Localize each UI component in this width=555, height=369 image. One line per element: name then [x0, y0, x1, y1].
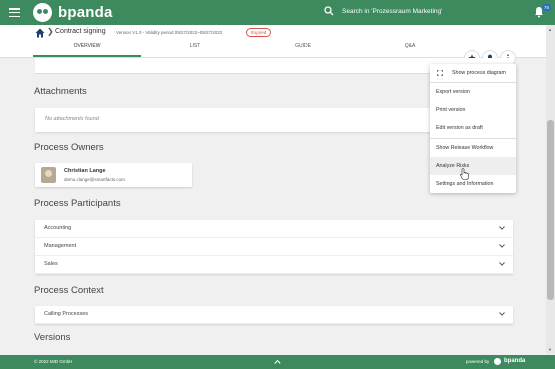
top-bar: bpanda Search in 'Prozessraum Marketing'…: [0, 0, 555, 25]
menu-icon[interactable]: [9, 8, 20, 18]
versions-heading: Versions: [34, 332, 71, 343]
notification-count-badge: 76: [542, 4, 552, 11]
menu-item-analyze-risks[interactable]: Analyze Risks: [430, 157, 516, 175]
menu-item-label: Show process diagram: [452, 70, 506, 76]
owners-heading: Process Owners: [34, 142, 104, 153]
options-dropdown-menu: Show process diagram Export version Prin…: [430, 64, 516, 193]
participant-label: Accounting: [44, 225, 72, 231]
tab-list[interactable]: LIST: [141, 43, 249, 57]
tab-overview[interactable]: OVERVIEW: [33, 43, 141, 57]
app-name: bpanda: [58, 4, 113, 21]
menu-item-show-process-diagram[interactable]: Show process diagram: [430, 64, 516, 82]
hand-cursor-icon: [460, 168, 469, 180]
search-box[interactable]: Search in 'Prozessraum Marketing': [324, 6, 442, 16]
chevron-down-icon[interactable]: [499, 261, 505, 267]
list-item[interactable]: Accounting: [35, 220, 513, 238]
breadcrumb-title: Contract signing: [55, 28, 106, 35]
participant-label: Management: [44, 243, 77, 249]
participants-panel: Accounting Management Sales: [35, 220, 513, 274]
menu-item-show-release-workflow[interactable]: Show Release Workflow: [430, 139, 516, 157]
menu-item-label: Edit version as draft: [436, 125, 483, 131]
chevron-up-icon[interactable]: [274, 359, 281, 365]
status-badge: Expired: [246, 28, 272, 37]
menu-item-label: Export version: [436, 89, 470, 95]
menu-item-export-version[interactable]: Export version: [430, 83, 516, 101]
app-logo[interactable]: bpanda: [33, 3, 113, 22]
search-input[interactable]: Search in 'Prozessraum Marketing': [342, 8, 442, 15]
owner-card[interactable]: Christian Lange demo.clange@smartfacts.c…: [35, 163, 192, 187]
tab-bar: OVERVIEW LIST GUIDE Q&A: [33, 43, 463, 57]
owner-email[interactable]: demo.clange@smartfacts.com: [64, 177, 125, 182]
footer: © 2022 MID GmbH powered by bpanda: [0, 355, 555, 369]
panda-logo-icon: [494, 358, 501, 365]
chevron-right-icon: ❯: [47, 27, 54, 36]
scroll-up-icon[interactable]: ▲: [548, 27, 552, 32]
version-validity: Version V1.0 - Validity period 09/27/202…: [116, 30, 223, 35]
copyright-text: © 2022 MID GmbH: [34, 359, 73, 364]
context-heading: Process Context: [34, 285, 104, 296]
expand-icon: [437, 70, 443, 76]
chevron-down-icon[interactable]: [499, 225, 505, 231]
context-panel: Calling Processes: [35, 306, 513, 324]
breadcrumb-bar: ❯ Contract signing Version V1.0 - Validi…: [0, 25, 546, 66]
tab-qa[interactable]: Q&A: [357, 43, 463, 57]
chevron-down-icon[interactable]: [499, 243, 505, 249]
attachments-empty-text: No attachments found: [45, 116, 99, 122]
search-icon[interactable]: [324, 6, 334, 16]
scrollbar-thumb[interactable]: [547, 120, 554, 300]
vertical-scrollbar[interactable]: ▲ ▼: [546, 25, 555, 354]
menu-item-print-version[interactable]: Print version: [430, 101, 516, 119]
menu-item-label: Settings and Information: [436, 181, 494, 187]
menu-item-label: Print version: [436, 107, 466, 113]
footer-brand: bpanda: [504, 358, 526, 364]
participant-label: Sales: [44, 261, 58, 267]
scroll-down-icon[interactable]: ▼: [548, 347, 552, 352]
attachments-heading: Attachments: [34, 86, 87, 97]
home-icon[interactable]: [35, 28, 45, 38]
menu-item-label: Show Release Workflow: [436, 145, 494, 151]
panda-logo-icon: [33, 3, 52, 22]
menu-item-settings-information[interactable]: Settings and Information: [430, 175, 516, 193]
owner-name: Christian Lange: [64, 168, 106, 174]
menu-item-edit-version-draft[interactable]: Edit version as draft: [430, 119, 516, 137]
list-item[interactable]: Sales: [35, 256, 513, 274]
avatar: [41, 167, 56, 183]
participants-heading: Process Participants: [34, 198, 121, 209]
list-item[interactable]: Management: [35, 238, 513, 256]
list-item[interactable]: Calling Processes: [35, 306, 513, 324]
tab-guide[interactable]: GUIDE: [249, 43, 357, 57]
context-label: Calling Processes: [44, 311, 89, 317]
chevron-down-icon[interactable]: [499, 311, 505, 317]
powered-by-text: powered by: [466, 359, 490, 364]
